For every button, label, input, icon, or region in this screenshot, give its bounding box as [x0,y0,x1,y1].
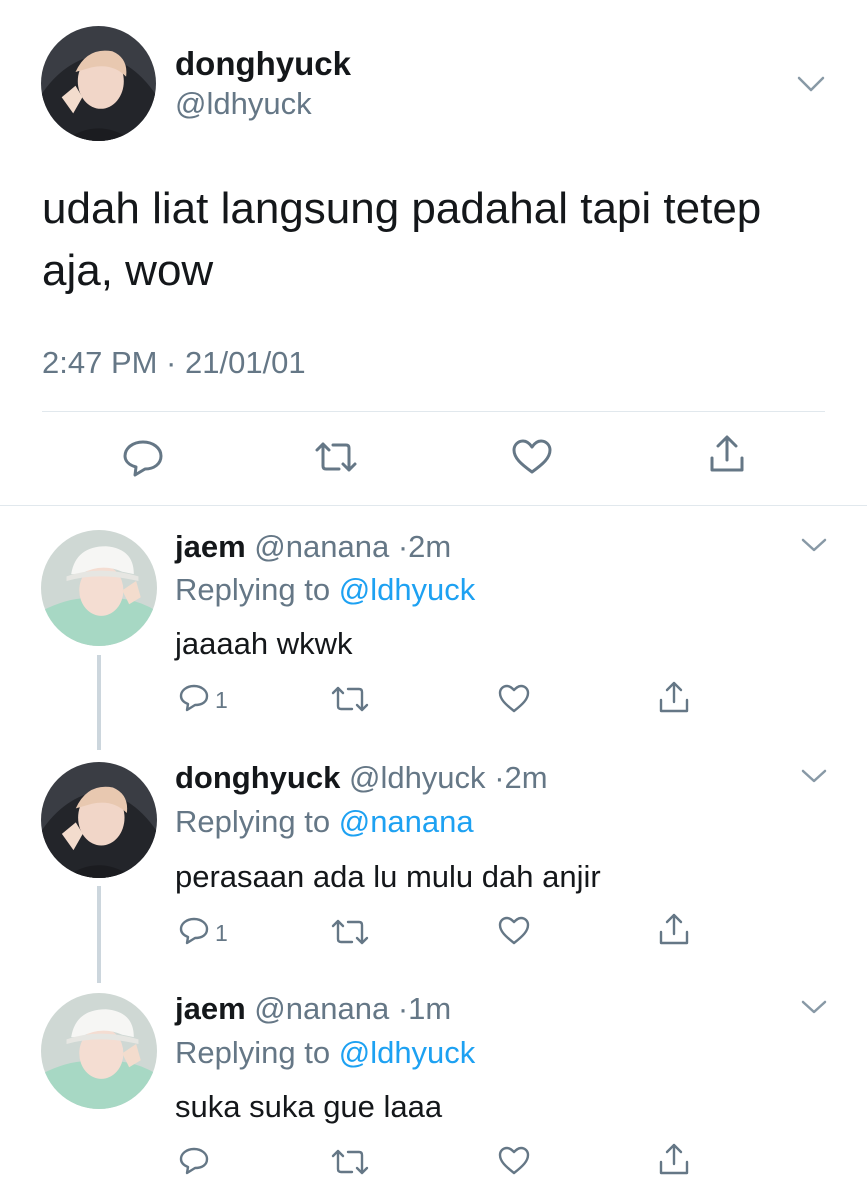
thread-line [97,886,101,983]
reply-count: 1 [215,687,228,713]
reply-time[interactable]: 2m [408,529,451,564]
chevron-down-icon[interactable] [796,73,826,95]
replying-to-mention[interactable]: @nanana [339,804,474,839]
reply-time[interactable]: 1m [408,991,451,1026]
separator-dot: · [397,991,409,1026]
author-name[interactable]: jaem [175,991,246,1026]
share-icon[interactable] [657,1142,691,1176]
author-handle[interactable]: @ldhyuck [175,86,312,122]
author-handle[interactable]: @ldhyuck [349,760,486,795]
tweet-thread: donghyuck @ldhyuck udah liat langsung pa… [0,0,867,1200]
author-name[interactable]: donghyuck [175,45,351,83]
share-icon[interactable] [657,680,691,714]
avatar[interactable] [41,530,157,646]
author-name[interactable]: jaem [175,529,246,564]
separator-dot: · [397,529,409,564]
replying-to-label: Replying to [175,572,339,607]
reply-header: jaem @nanana ·2m [175,529,451,565]
reply-header: jaem @nanana ·1m [175,991,451,1027]
avatar-photo-donghyuck [41,26,156,141]
like-icon[interactable] [497,683,531,714]
retweet-icon[interactable] [330,918,370,946]
avatar[interactable] [41,993,157,1109]
reply-icon[interactable] [178,1146,210,1176]
avatar[interactable] [41,762,157,878]
reply-icon[interactable] [178,683,210,713]
share-icon[interactable] [707,434,747,474]
author-name[interactable]: donghyuck [175,760,340,795]
replying-to-mention[interactable]: @ldhyuck [339,1035,476,1070]
reply-icon[interactable] [121,438,165,478]
retweet-icon[interactable] [313,440,359,474]
divider [0,505,867,506]
like-icon[interactable] [497,1145,531,1176]
share-icon[interactable] [657,912,691,946]
replying-to-label: Replying to [175,804,339,839]
reply-count: 1 [215,920,228,946]
divider [42,411,825,412]
thread-line [97,655,101,750]
tweet-text: udah liat langsung padahal tapi tetep aj… [42,184,762,295]
reply-icon[interactable] [178,916,210,946]
replying-to: Replying to @ldhyuck [175,1035,475,1071]
replying-to-label: Replying to [175,1035,339,1070]
main-tweet[interactable]: donghyuck @ldhyuck udah liat langsung pa… [0,0,867,505]
chevron-down-icon[interactable] [799,534,829,556]
avatar-photo-donghyuck [41,762,157,878]
separator-dot: · [494,760,505,795]
like-icon[interactable] [511,438,553,476]
author-handle[interactable]: @nanana [254,529,389,564]
reply-text: perasaan ada lu mulu dah anjir [175,859,601,894]
replying-to-mention[interactable]: @ldhyuck [339,572,476,607]
reply-time[interactable]: 2m [505,760,548,795]
avatar-photo-jaem [41,993,157,1109]
replying-to: Replying to @ldhyuck [175,572,475,608]
tweet-timestamp[interactable]: 2:47 PM · 21/01/01 [42,345,306,381]
reply-header: donghyuck @ldhyuck ·2m [175,760,548,796]
reply-text: jaaaah wkwk [175,626,353,661]
chevron-down-icon[interactable] [799,996,829,1018]
replying-to: Replying to @nanana [175,804,474,840]
retweet-icon[interactable] [330,685,370,713]
chevron-down-icon[interactable] [799,765,829,787]
like-icon[interactable] [497,915,531,946]
retweet-icon[interactable] [330,1148,370,1176]
avatar[interactable] [41,26,156,141]
author-handle[interactable]: @nanana [254,991,389,1026]
reply-text: suka suka gue laaa [175,1089,443,1124]
avatar-photo-jaem [41,530,157,646]
